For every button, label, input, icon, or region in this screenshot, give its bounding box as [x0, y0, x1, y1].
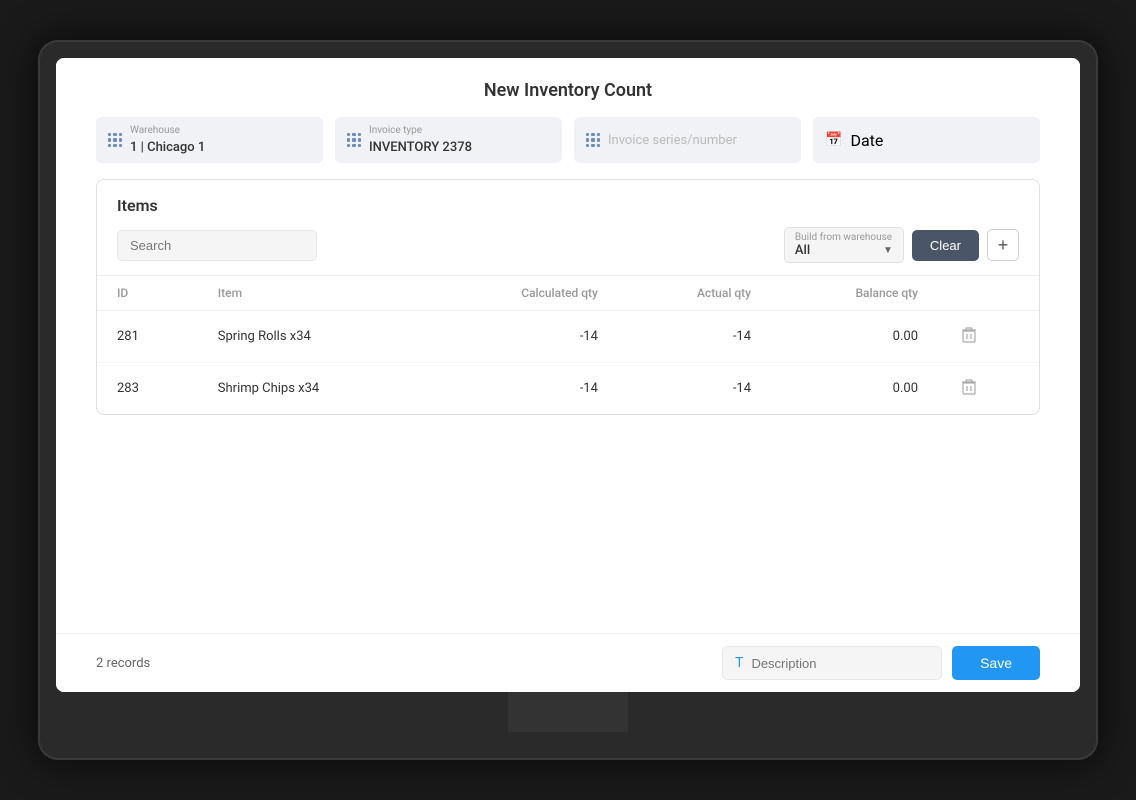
- col-calculated-qty: Calculated qty: [428, 276, 618, 311]
- items-panel: Items Build from warehouse All ▼: [96, 179, 1040, 415]
- screen: New Inventory Count Warehouse 1 | Chicag…: [56, 58, 1080, 692]
- invoice-type-field[interactable]: Invoice type INVENTORY 2378: [335, 117, 562, 163]
- warehouse-field[interactable]: Warehouse 1 | Chicago 1: [96, 117, 323, 163]
- add-item-button[interactable]: +: [987, 229, 1019, 261]
- grid-icon-2: [347, 133, 361, 147]
- cell-item: Spring Rolls x34: [198, 311, 428, 363]
- invoice-series-field[interactable]: Invoice series/number: [574, 117, 801, 163]
- build-from-label: Build from warehouse: [795, 232, 893, 243]
- col-actions: [938, 276, 1039, 311]
- page-title: New Inventory Count: [56, 58, 1080, 117]
- save-button[interactable]: Save: [952, 646, 1040, 680]
- col-balance-qty: Balance qty: [771, 276, 938, 311]
- invoice-type-value: INVENTORY 2378: [369, 140, 472, 155]
- col-id: ID: [97, 276, 198, 311]
- delete-row-button[interactable]: [958, 377, 980, 400]
- description-input[interactable]: [751, 656, 929, 671]
- date-field[interactable]: 📅 Date: [813, 117, 1040, 163]
- delete-row-button[interactable]: [958, 325, 980, 348]
- cell-balance-qty: 0.00: [771, 363, 938, 415]
- clear-button[interactable]: Clear: [912, 230, 979, 261]
- build-from-value: All: [795, 243, 810, 258]
- grid-icon-3: [586, 133, 600, 147]
- warehouse-value: 1 | Chicago 1: [130, 140, 205, 155]
- cell-calculated-qty: -14: [428, 363, 618, 415]
- invoice-series-placeholder: Invoice series/number: [608, 133, 737, 148]
- records-count: 2 records: [96, 656, 150, 671]
- cell-actual-qty: -14: [618, 311, 771, 363]
- main-area: Items Build from warehouse All ▼: [56, 179, 1080, 633]
- invoice-type-label: Invoice type: [369, 125, 472, 136]
- monitor: New Inventory Count Warehouse 1 | Chicag…: [38, 40, 1098, 760]
- items-toolbar: Build from warehouse All ▼ Clear +: [117, 227, 1019, 263]
- top-fields: Warehouse 1 | Chicago 1 Invoice type INV…: [56, 117, 1080, 179]
- cell-balance-qty: 0.00: [771, 311, 938, 363]
- cell-calculated-qty: -14: [428, 311, 618, 363]
- cell-id: 283: [97, 363, 198, 415]
- monitor-stand-neck: [508, 692, 628, 732]
- text-icon: T: [735, 655, 743, 671]
- description-field[interactable]: T: [722, 646, 942, 680]
- cell-actions: [938, 363, 1039, 415]
- monitor-stand-base: [438, 732, 698, 754]
- grid-icon: [108, 133, 122, 147]
- warehouse-label: Warehouse: [130, 125, 205, 136]
- search-input[interactable]: [117, 230, 317, 261]
- cell-item: Shrimp Chips x34: [198, 363, 428, 415]
- chevron-down-icon: ▼: [883, 245, 893, 256]
- cell-actual-qty: -14: [618, 363, 771, 415]
- calendar-icon: 📅: [825, 132, 842, 148]
- items-table: ID Item Calculated qty Actual qty Balanc…: [97, 276, 1039, 414]
- cell-actions: [938, 311, 1039, 363]
- footer-right: T Save: [722, 646, 1040, 680]
- col-actual-qty: Actual qty: [618, 276, 771, 311]
- table-row: 281 Spring Rolls x34 -14 -14 0.00: [97, 311, 1039, 363]
- build-from-dropdown[interactable]: Build from warehouse All ▼: [784, 227, 904, 263]
- footer-bar: 2 records T Save: [56, 633, 1080, 692]
- app-content: New Inventory Count Warehouse 1 | Chicag…: [56, 58, 1080, 692]
- date-placeholder: Date: [850, 131, 883, 150]
- col-item: Item: [198, 276, 428, 311]
- cell-id: 281: [97, 311, 198, 363]
- items-header: Items Build from warehouse All ▼: [97, 180, 1039, 276]
- items-title: Items: [117, 196, 1019, 215]
- table-row: 283 Shrimp Chips x34 -14 -14 0.00: [97, 363, 1039, 415]
